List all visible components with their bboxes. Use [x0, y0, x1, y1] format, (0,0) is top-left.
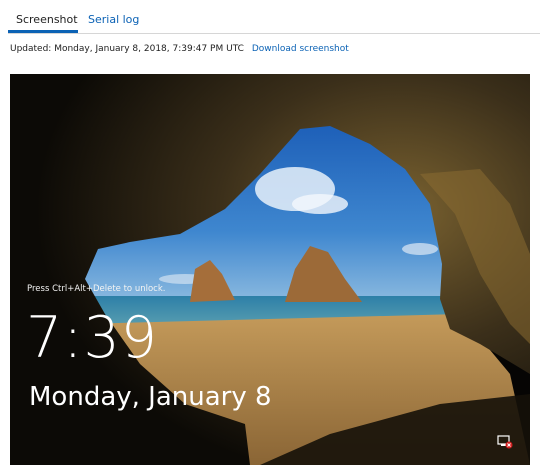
tab-bar: Screenshot Serial log	[8, 0, 540, 34]
unlock-hint: Press Ctrl+Alt+Delete to unlock.	[27, 284, 166, 294]
vm-screenshot: Press Ctrl+Alt+Delete to unlock. 7:39 Mo…	[10, 74, 530, 465]
lock-screen-time: 7:39	[26, 305, 158, 371]
screenshot-status-line: Updated: Monday, January 8, 2018, 7:39:4…	[10, 44, 349, 54]
active-tab-indicator	[8, 30, 78, 33]
updated-timestamp: Updated: Monday, January 8, 2018, 7:39:4…	[10, 44, 244, 54]
tab-screenshot[interactable]: Screenshot	[16, 13, 78, 26]
network-disconnected-icon[interactable]	[497, 435, 513, 449]
lock-screen-date: Monday, January 8	[29, 382, 272, 412]
download-screenshot-link[interactable]: Download screenshot	[252, 44, 349, 54]
tab-serial-log[interactable]: Serial log	[88, 13, 139, 26]
